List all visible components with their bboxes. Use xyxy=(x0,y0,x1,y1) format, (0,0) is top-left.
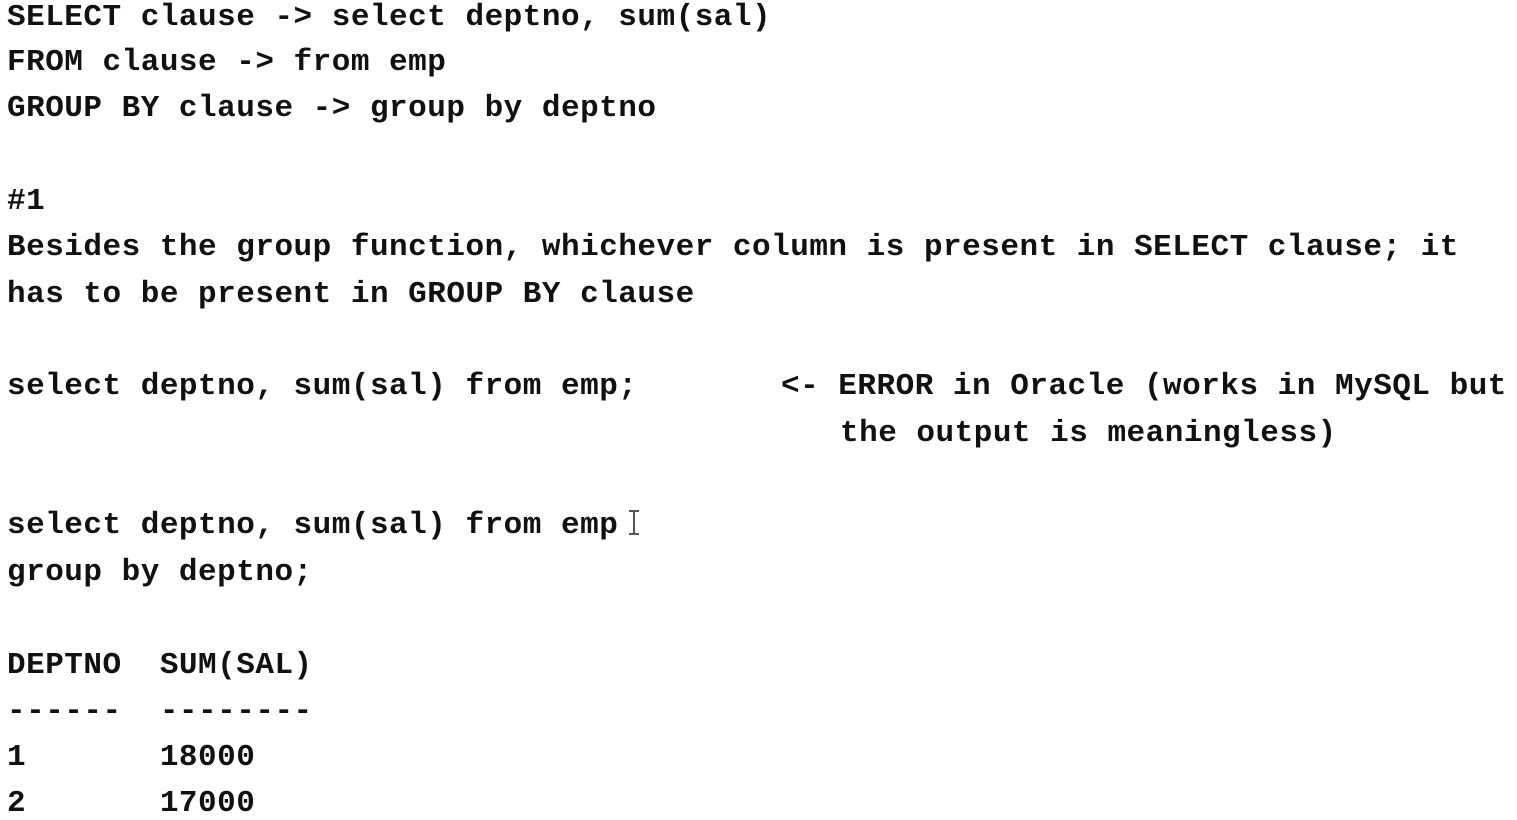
slide-canvas: SELECT clause -> select deptno, sum(sal)… xyxy=(0,0,1517,820)
result-row: 1 18000 xyxy=(7,740,256,775)
intro-groupby-line: GROUP BY clause -> group by deptno xyxy=(7,91,657,126)
rule-text-line-2: has to be present in GROUP BY clause xyxy=(7,277,695,312)
result-separator: ------ -------- xyxy=(7,694,313,729)
good-query-line-1: select deptno, sum(sal) from emp xyxy=(7,508,619,543)
error-comment-line-1: <- ERROR in Oracle (works in MySQL but xyxy=(781,369,1507,404)
text-cursor-icon xyxy=(629,508,639,538)
good-query-line-2: group by deptno; xyxy=(7,555,313,590)
result-row: 2 17000 xyxy=(7,786,256,820)
rule-text-line-1: Besides the group function, whichever co… xyxy=(7,230,1459,265)
bad-query: select deptno, sum(sal) from emp; xyxy=(7,369,638,404)
rule-number: #1 xyxy=(7,184,46,219)
error-comment-line-2: the output is meaningless) xyxy=(840,416,1337,451)
intro-select-line: SELECT clause -> select deptno, sum(sal) xyxy=(7,0,772,35)
result-header: DEPTNO SUM(SAL) xyxy=(7,648,313,683)
intro-from-line: FROM clause -> from emp xyxy=(7,45,447,80)
